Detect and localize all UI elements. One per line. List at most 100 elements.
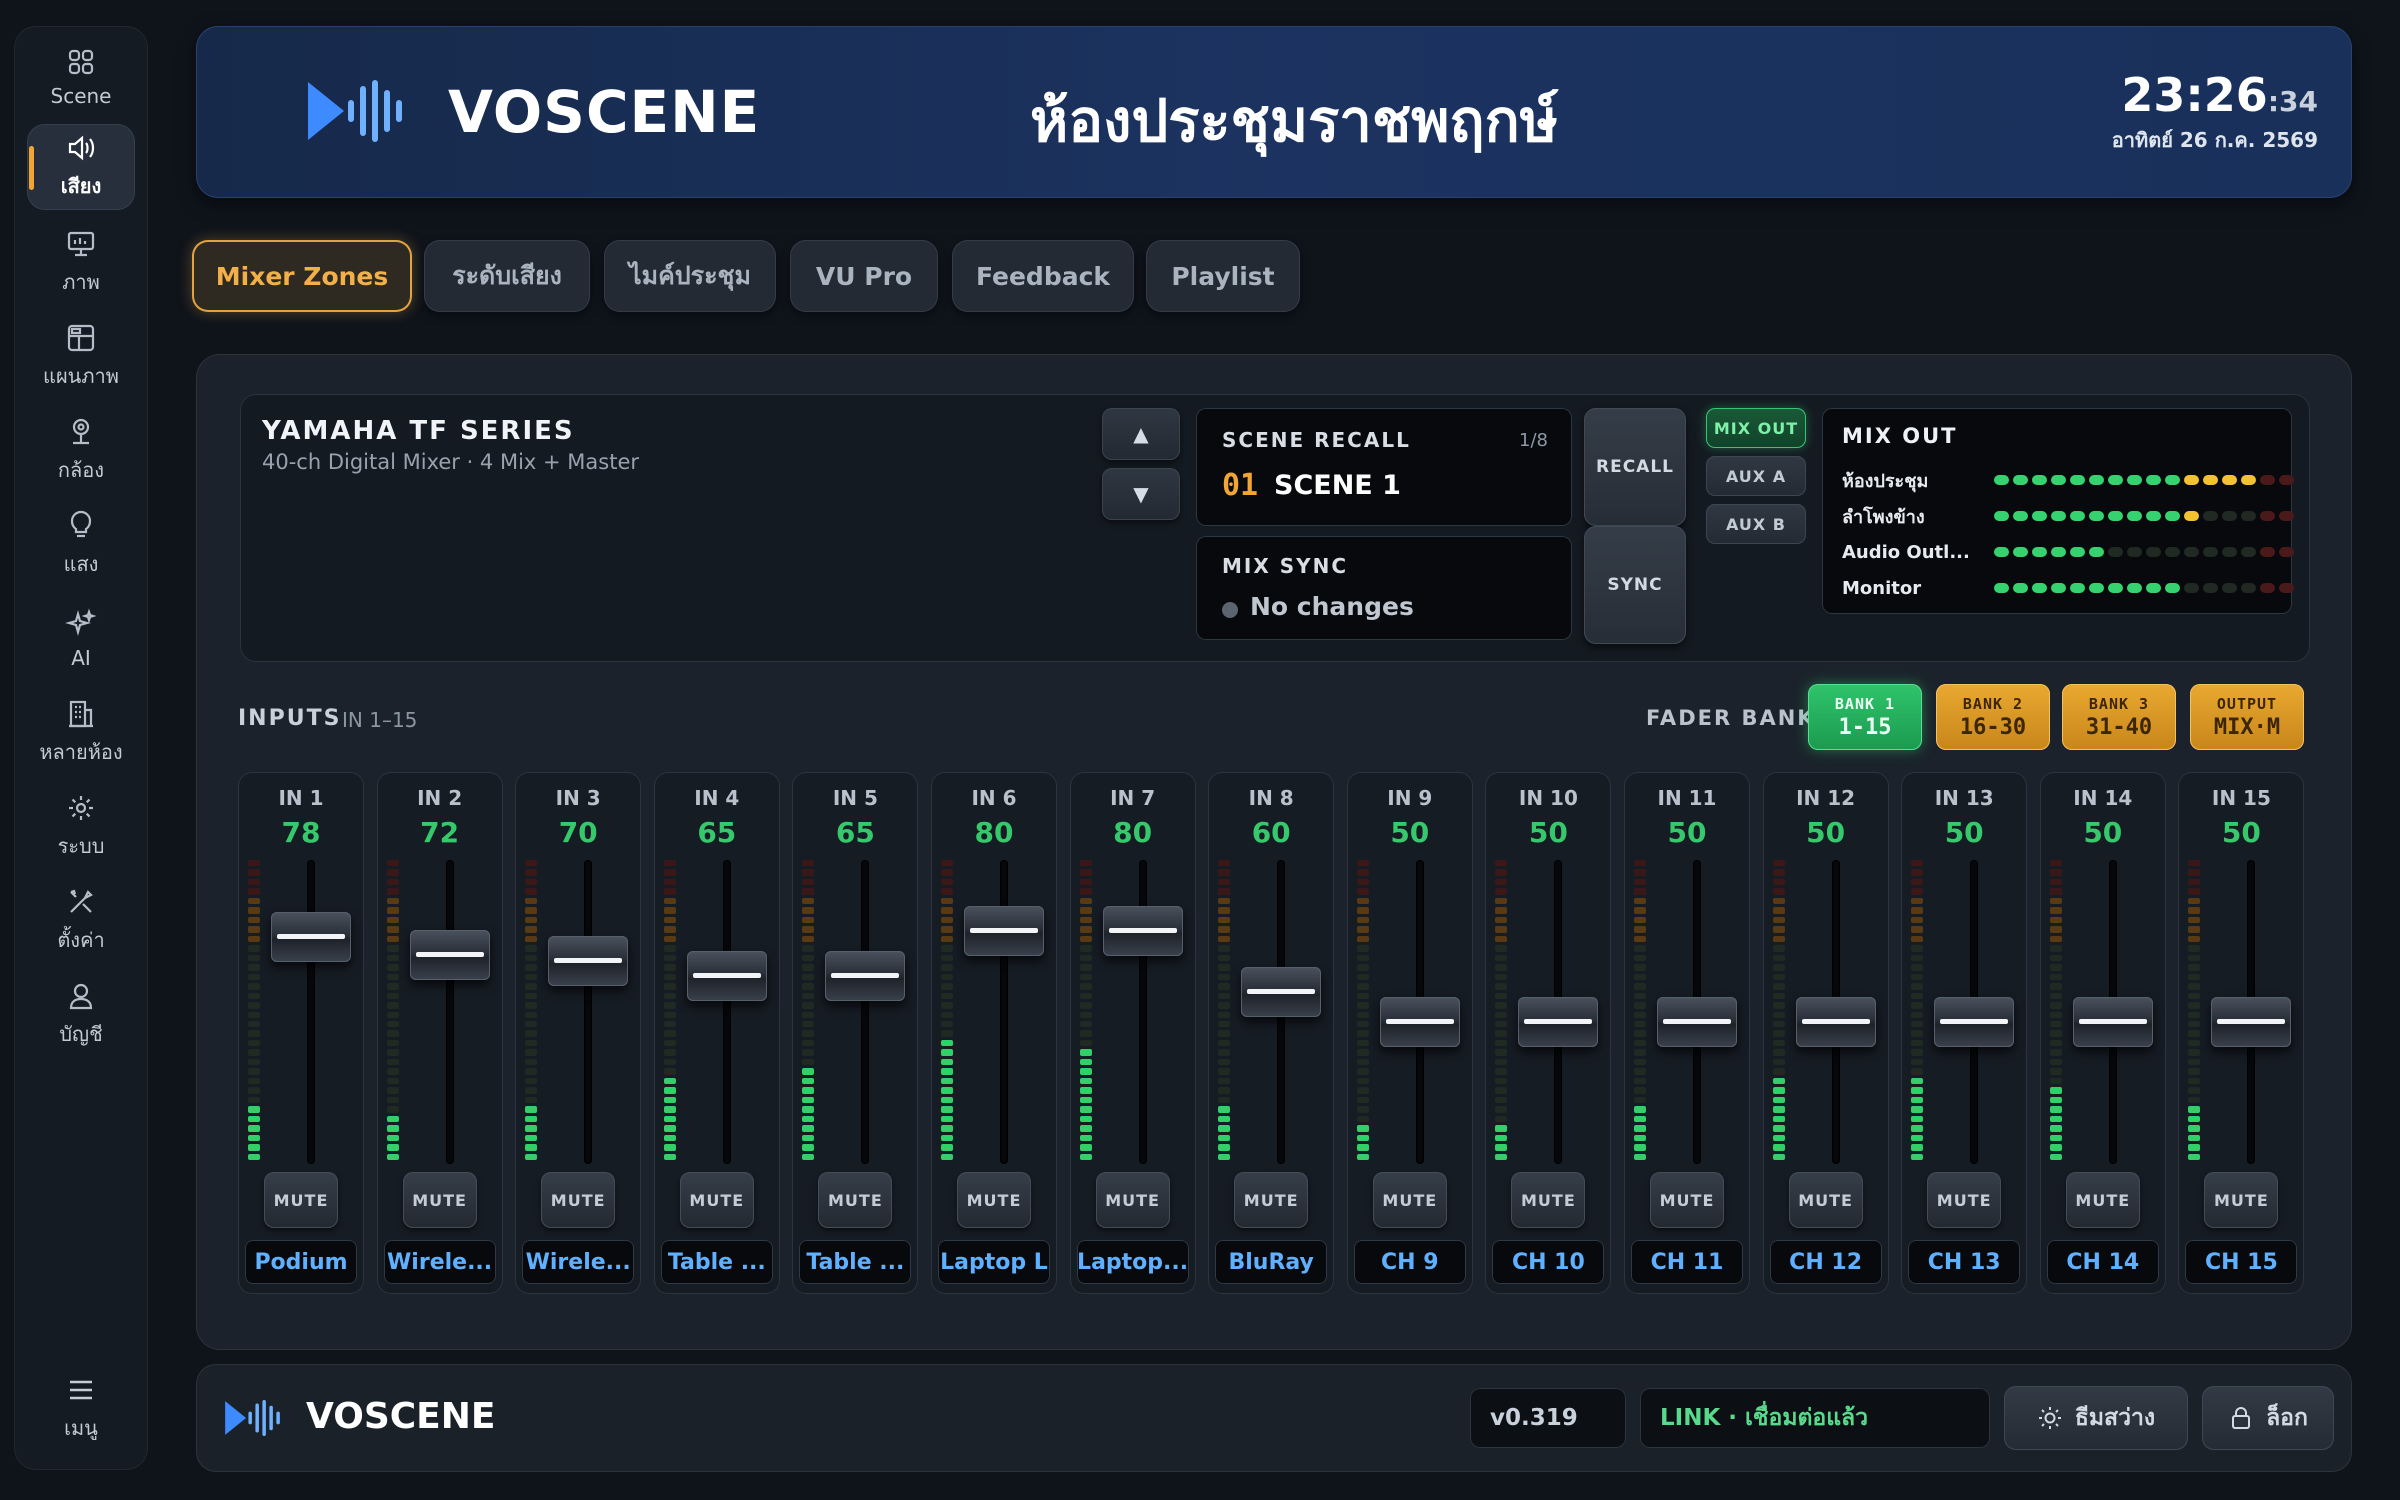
mute-button[interactable]: MUTE <box>2065 1172 2140 1228</box>
vu-segment <box>802 869 815 876</box>
channel-strip: IN 13 50 MUTE CH 13 <box>1901 772 2028 1294</box>
bank-title: OUTPUT <box>2216 694 2278 713</box>
channel-name-label[interactable]: Table ... <box>660 1240 773 1284</box>
vu-segment <box>802 1115 815 1123</box>
vu-segment <box>525 878 538 886</box>
fader-knob[interactable] <box>1379 997 1460 1047</box>
channel-name-label[interactable]: Wirele... <box>522 1240 635 1284</box>
mute-button[interactable]: MUTE <box>679 1172 754 1228</box>
vu-segment <box>941 907 953 914</box>
mix-out-button[interactable]: MIX OUT <box>1706 408 1806 448</box>
fader-knob[interactable] <box>1102 905 1183 956</box>
vu-segment <box>1911 860 1924 867</box>
vu-segment <box>2049 1039 2062 1047</box>
fader-knob[interactable] <box>409 930 490 981</box>
mute-button[interactable]: MUTE <box>957 1172 1031 1228</box>
sidebar-item-system[interactable]: ระบบ <box>27 784 135 870</box>
lock-button[interactable]: ล็อก <box>2202 1386 2334 1450</box>
sidebar-item-label: แสง <box>63 552 99 576</box>
mute-button[interactable]: MUTE <box>2204 1172 2279 1228</box>
mix-out-led <box>2051 547 2066 557</box>
channel-name-label[interactable]: CH 14 <box>2046 1240 2159 1284</box>
recall-button[interactable]: RECALL <box>1584 408 1686 526</box>
fader-knob[interactable] <box>964 905 1044 956</box>
sidebar-item-diagram[interactable]: แผนภาพ <box>27 314 135 400</box>
vu-segment <box>663 1068 676 1075</box>
mute-button[interactable]: MUTE <box>1650 1172 1724 1228</box>
sidebar-item-multiroom[interactable]: หลายห้อง <box>27 690 135 776</box>
tab-levels[interactable]: ระดับเสียง <box>424 240 590 312</box>
channel-name-label[interactable]: Laptop... <box>1076 1240 1189 1284</box>
tab-conference-mic[interactable]: ไมค์ประชุม <box>604 240 776 312</box>
bank-2-button[interactable]: BANK 2 16-30 <box>1936 684 2050 750</box>
fader-knob[interactable] <box>548 936 629 987</box>
channel-name-label[interactable]: CH 9 <box>1353 1240 1466 1284</box>
scene-up-button[interactable]: ▲ <box>1102 408 1180 460</box>
channel-name-label[interactable]: Laptop L <box>938 1240 1050 1284</box>
mute-button[interactable]: MUTE <box>541 1172 616 1228</box>
sidebar-item-audio[interactable]: เสียง <box>27 124 135 210</box>
mute-button[interactable]: MUTE <box>402 1172 477 1228</box>
vu-segment <box>1495 1096 1508 1104</box>
tab-feedback[interactable]: Feedback <box>952 240 1134 312</box>
fader-knob[interactable] <box>2072 997 2153 1047</box>
fader-knob[interactable] <box>1795 997 1876 1047</box>
aux-b-button[interactable]: AUX B <box>1706 504 1806 544</box>
output-bank-button[interactable]: OUTPUT MIX·M <box>2190 684 2304 750</box>
mute-button[interactable]: MUTE <box>264 1172 338 1228</box>
channel-name-label[interactable]: CH 13 <box>1908 1240 2021 1284</box>
channel-name-label[interactable]: Podium <box>245 1240 357 1284</box>
mute-button[interactable]: MUTE <box>1372 1172 1447 1228</box>
mute-button[interactable]: MUTE <box>1927 1172 2002 1228</box>
vu-segment <box>1495 1058 1508 1066</box>
fader-knob[interactable] <box>686 951 767 1002</box>
sidebar-item-video[interactable]: ภาพ <box>27 220 135 306</box>
sidebar-item-ai[interactable]: AI <box>27 596 135 682</box>
fader-knob[interactable] <box>1241 966 1322 1017</box>
vu-segment <box>386 973 399 981</box>
channel-name-label[interactable]: BluRay <box>1215 1240 1328 1284</box>
fader-knob[interactable] <box>2211 997 2292 1047</box>
channel-name-label[interactable]: CH 15 <box>2185 1240 2298 1284</box>
theme-toggle-button[interactable]: ธีมสว่าง <box>2004 1386 2188 1450</box>
tab-mixer-zones[interactable]: Mixer Zones <box>192 240 412 312</box>
fader-knob[interactable] <box>1518 997 1599 1047</box>
vu-segment <box>386 888 399 895</box>
vu-segment <box>941 1134 953 1142</box>
aux-a-button[interactable]: AUX A <box>1706 456 1806 496</box>
tab-playlist[interactable]: Playlist <box>1146 240 1300 312</box>
channel-name-label[interactable]: CH 12 <box>1769 1240 1882 1284</box>
sync-button[interactable]: SYNC <box>1584 526 1686 644</box>
vu-segment <box>1911 1077 1924 1085</box>
voscene-logo-icon <box>225 1399 280 1437</box>
sidebar-item-camera[interactable]: กล้อง <box>27 408 135 494</box>
sidebar-item-account[interactable]: บัญชี <box>27 972 135 1058</box>
channel-name-label[interactable]: Wirele... <box>383 1240 496 1284</box>
fader-knob[interactable] <box>825 951 906 1002</box>
fader-knob[interactable] <box>1934 997 2015 1047</box>
sidebar-item-light[interactable]: แสง <box>27 502 135 588</box>
scene-down-button[interactable]: ▼ <box>1102 468 1180 520</box>
mute-button[interactable]: MUTE <box>1234 1172 1309 1228</box>
sidebar: Scene เสียง ภาพ แผนภาพ กล้อง แสง AI หลาย… <box>14 26 148 1470</box>
fader-knob[interactable] <box>271 911 351 962</box>
bank-1-button[interactable]: BANK 1 1-15 <box>1808 684 1922 750</box>
menu-button[interactable]: เมนู <box>27 1366 135 1452</box>
channel-name-label[interactable]: CH 10 <box>1492 1240 1605 1284</box>
mute-button[interactable]: MUTE <box>818 1172 893 1228</box>
mute-button[interactable]: MUTE <box>1788 1172 1863 1228</box>
sidebar-item-settings[interactable]: ตั้งค่า <box>27 878 135 964</box>
vu-segment <box>1218 916 1231 924</box>
tab-vu-pro[interactable]: VU Pro <box>790 240 938 312</box>
channel-name-label[interactable]: CH 11 <box>1631 1240 1743 1284</box>
mix-out-led <box>2013 547 2028 557</box>
inputs-range: IN 1–15 <box>342 708 418 732</box>
channel-name-label[interactable]: Table ... <box>799 1240 912 1284</box>
fader-knob[interactable] <box>1657 997 1737 1047</box>
mix-out-led <box>2051 511 2066 521</box>
mute-button[interactable]: MUTE <box>1511 1172 1586 1228</box>
vu-segment <box>2049 869 2062 876</box>
bank-3-button[interactable]: BANK 3 31-40 <box>2062 684 2176 750</box>
mute-button[interactable]: MUTE <box>1095 1172 1170 1228</box>
sidebar-item-scene[interactable]: Scene <box>27 34 135 120</box>
